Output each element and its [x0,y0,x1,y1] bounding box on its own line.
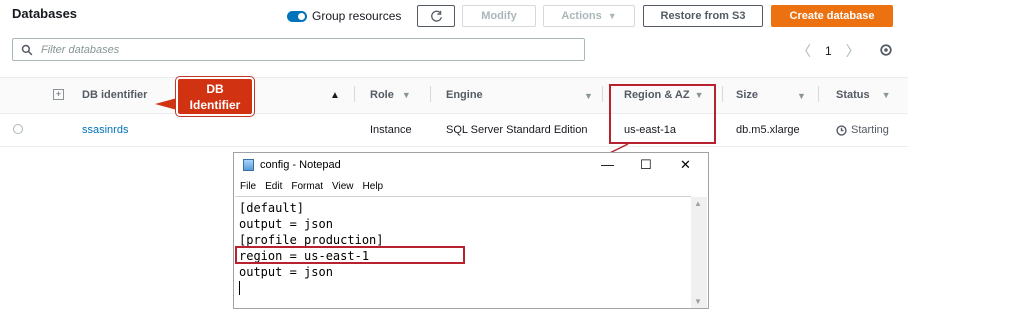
db-identifier-callout: DB Identifier [176,77,254,116]
column-status[interactable]: Status ▼ [836,89,891,101]
maximize-icon[interactable]: ☐ [640,157,652,173]
row-select-radio[interactable] [13,124,23,134]
notepad-window: config - Notepad — ☐ ✕ File Edit Format … [233,152,709,309]
sort-ascending-icon[interactable]: ▲ [330,90,340,101]
next-page-icon[interactable]: 〉 [846,41,860,61]
expand-all-icon[interactable]: + [53,89,64,100]
filter-caret-icon[interactable]: ▼ [584,91,593,101]
menu-edit[interactable]: Edit [265,181,282,192]
text-line: [default] [239,201,305,215]
group-resources-toggle[interactable]: Group resources [287,9,401,23]
filter-caret-icon: ▼ [881,90,891,100]
notepad-title: config - Notepad [260,159,341,171]
notepad-titlebar[interactable]: config - Notepad — ☐ ✕ [234,153,708,177]
current-page[interactable]: 1 [825,44,832,58]
close-icon[interactable]: ✕ [680,157,691,173]
menu-view[interactable]: View [332,181,354,192]
role-cell: Instance [370,124,412,136]
db-identifier-link[interactable]: ssasinrds [82,124,128,136]
text-cursor [239,281,240,295]
scroll-down-icon[interactable]: ▼ [694,297,702,306]
column-engine[interactable]: Engine [446,89,483,101]
actions-dropdown[interactable]: Actions ▼ [543,5,635,27]
text-line: output = json [239,265,333,279]
notepad-icon [243,159,254,171]
region-az-highlight [609,84,716,144]
engine-cell: SQL Server Standard Edition [446,124,588,136]
size-cell: db.m5.xlarge [736,124,800,136]
scroll-up-icon[interactable]: ▲ [694,199,702,208]
column-db-identifier[interactable]: DB identifier [82,89,147,101]
modify-button[interactable]: Modify [462,5,536,27]
actions-label: Actions [561,10,602,22]
column-role[interactable]: Role ▼ [370,89,411,101]
search-input[interactable] [41,43,441,56]
gear-icon[interactable] [879,43,893,57]
notepad-menubar: File Edit Format View Help [240,181,383,192]
group-resources-label: Group resources [312,9,402,23]
region-line-highlight [235,246,465,264]
clock-icon [836,124,847,136]
text-line: output = json [239,217,333,231]
vertical-scrollbar[interactable]: ▲ ▼ [691,197,707,308]
search-box[interactable] [12,38,585,61]
filter-caret-icon: ▼ [401,90,411,100]
toggle-switch[interactable] [287,10,307,22]
refresh-button[interactable] [417,5,455,27]
refresh-icon [430,10,442,22]
minimize-icon[interactable]: — [601,157,614,172]
menu-file[interactable]: File [240,181,256,192]
caret-down-icon: ▼ [607,11,617,21]
pagination: 〈 1 〉 [797,41,860,61]
page-title: Databases [12,6,78,21]
previous-page-icon[interactable]: 〈 [797,41,811,61]
search-icon [21,44,33,55]
filter-caret-icon[interactable]: ▼ [797,91,806,101]
restore-from-s3-button[interactable]: Restore from S3 [643,5,763,27]
column-size[interactable]: Size [736,89,758,101]
menu-help[interactable]: Help [363,181,384,192]
menu-format[interactable]: Format [291,181,323,192]
create-database-button[interactable]: Create database [771,5,893,27]
status-cell: Starting [836,124,889,136]
callout-pointer [155,98,177,110]
